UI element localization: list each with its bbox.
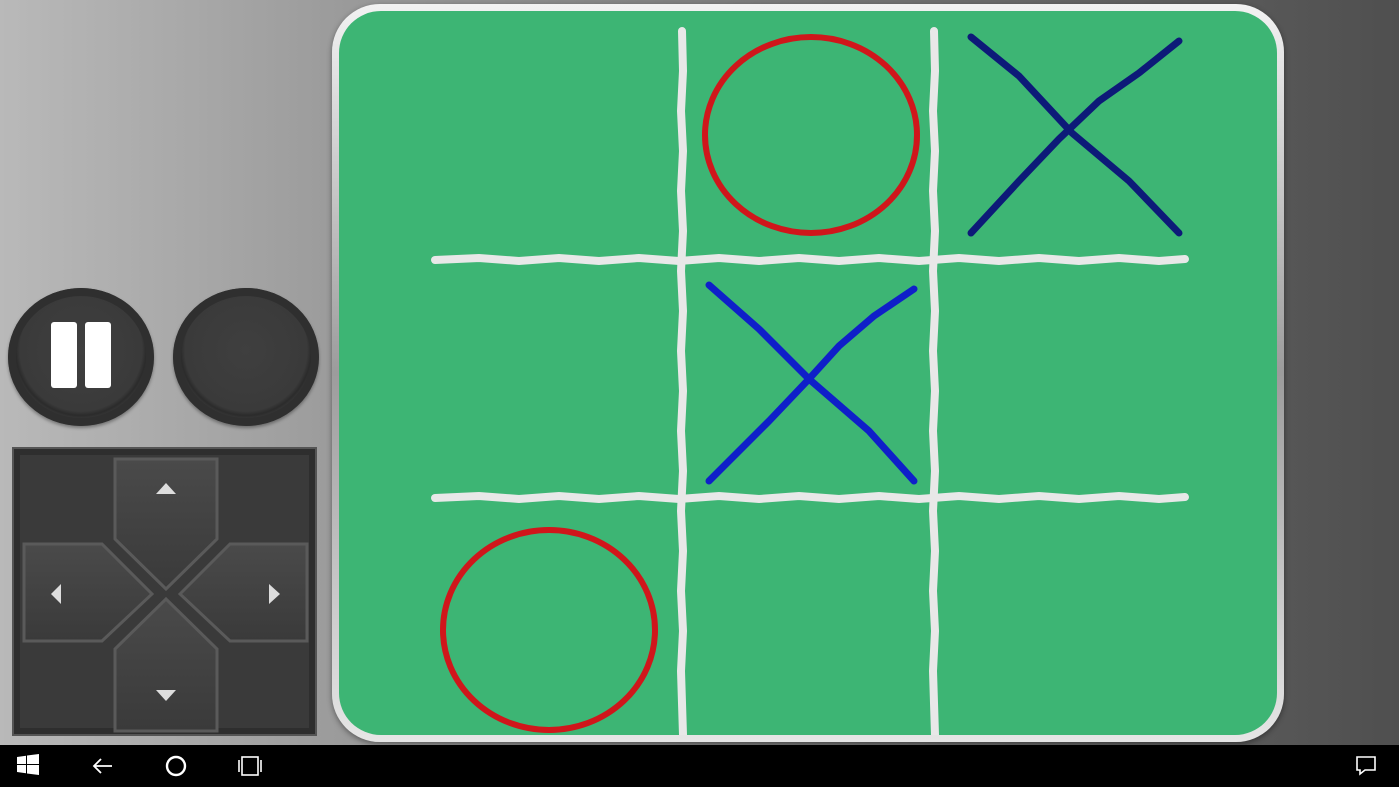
board-cell[interactable] xyxy=(687,503,931,735)
board-cell[interactable] xyxy=(939,503,1189,735)
board-cell[interactable] xyxy=(435,31,679,256)
pause-button[interactable] xyxy=(8,288,154,426)
action-button[interactable] xyxy=(173,288,319,426)
dpad xyxy=(12,447,317,736)
board-cell[interactable] xyxy=(687,264,931,492)
dpad-down-button[interactable] xyxy=(113,596,219,733)
board-cell[interactable] xyxy=(435,503,679,735)
task-view-icon[interactable] xyxy=(236,753,262,779)
game-board xyxy=(339,11,1277,735)
action-center-icon[interactable] xyxy=(1354,753,1380,779)
windows-start-icon[interactable] xyxy=(16,753,42,779)
game-board-frame xyxy=(332,4,1284,742)
cortana-circle-icon[interactable] xyxy=(163,753,189,779)
taskbar xyxy=(0,745,1399,787)
board-cell[interactable] xyxy=(687,31,931,256)
board-cell[interactable] xyxy=(939,264,1189,492)
game-window xyxy=(0,0,1399,745)
back-arrow-icon[interactable] xyxy=(90,753,116,779)
board-cell[interactable] xyxy=(939,31,1189,256)
board-cell[interactable] xyxy=(435,264,679,492)
dpad-up-button[interactable] xyxy=(113,457,219,592)
